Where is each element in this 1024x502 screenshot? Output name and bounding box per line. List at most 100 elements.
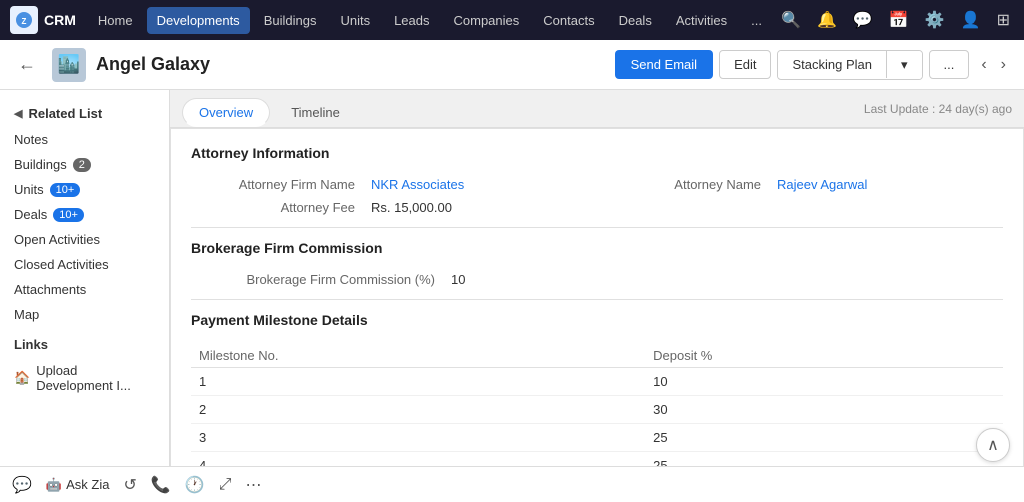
milestone-no-cell: 2 <box>191 396 645 424</box>
attorney-fee-row: Attorney Fee Rs. 15,000.00 <box>191 200 1003 215</box>
nav-more[interactable]: ... <box>741 7 772 34</box>
edit-button[interactable]: Edit <box>719 50 771 79</box>
search-icon[interactable]: 🔍 <box>777 6 805 34</box>
nav-home[interactable]: Home <box>88 7 143 34</box>
nav-companies[interactable]: Companies <box>444 7 530 34</box>
nav-leads[interactable]: Leads <box>384 7 439 34</box>
brokerage-commission-row: Brokerage Firm Commission (%) 10 <box>191 272 1003 287</box>
navigation-arrows: ‹ › <box>975 52 1012 78</box>
top-navigation: Z CRM Home Developments Buildings Units … <box>0 0 1024 40</box>
logo[interactable]: Z CRM <box>10 6 76 34</box>
nav-right-icons: 🔍 🔔 💬 📅 ⚙️ 👤 ⊞ <box>777 6 1014 34</box>
next-record-button[interactable]: › <box>995 52 1012 78</box>
svg-text:Z: Z <box>22 17 27 26</box>
bell-icon[interactable]: 🔔 <box>813 6 841 34</box>
attorney-name-value[interactable]: Rajeev Agarwal <box>777 177 867 192</box>
notes-label: Notes <box>14 132 48 147</box>
nav-deals[interactable]: Deals <box>609 7 662 34</box>
related-list-label: Related List <box>28 106 102 121</box>
payment-section-title: Payment Milestone Details <box>191 312 1003 332</box>
table-row: 3 25 <box>191 424 1003 452</box>
back-button[interactable]: ← <box>12 50 42 79</box>
page-header-bar: ← 🏙️ Angel Galaxy Send Email Edit Stacki… <box>0 40 1024 90</box>
settings-icon[interactable]: ⚙️ <box>921 6 949 34</box>
action-buttons: Send Email Edit Stacking Plan ▾ ... ‹ › <box>615 50 1012 80</box>
related-list-section[interactable]: ◀ Related List <box>0 100 169 127</box>
tab-overview[interactable]: Overview <box>182 98 270 127</box>
deals-badge: 10+ <box>53 208 84 222</box>
tabs-list: Overview Timeline <box>182 98 357 127</box>
deals-label: Deals <box>14 207 47 222</box>
nav-developments[interactable]: Developments <box>147 7 250 34</box>
tabs-bar: Overview Timeline Last Update : 24 day(s… <box>170 90 1024 128</box>
logo-icon: Z <box>10 6 38 34</box>
zia-label: Ask Zia <box>66 477 109 492</box>
grid-icon[interactable]: ⊞ <box>993 6 1014 34</box>
expand-icon[interactable]: ⤢ <box>219 476 232 494</box>
sidebar-link-upload[interactable]: 🏠 Upload Development I... <box>0 358 169 398</box>
sidebar-item-notes[interactable]: Notes <box>0 127 169 152</box>
prev-record-button[interactable]: ‹ <box>975 52 992 78</box>
attorney-firm-field: Attorney Firm Name NKR Associates <box>191 177 597 192</box>
nav-units[interactable]: Units <box>330 7 380 34</box>
chat-bottom-icon[interactable]: 💬 <box>12 475 32 495</box>
development-icon: 🏙️ <box>52 48 86 82</box>
nav-activities[interactable]: Activities <box>666 7 737 34</box>
clock-icon[interactable]: 🕐 <box>185 475 205 495</box>
phone-icon[interactable]: 📞 <box>151 475 171 495</box>
user-avatar[interactable]: 👤 <box>957 6 985 34</box>
chat-icon[interactable]: 💬 <box>849 6 877 34</box>
table-row: 2 30 <box>191 396 1003 424</box>
content-area: Overview Timeline Last Update : 24 day(s… <box>170 90 1024 502</box>
refresh-icon[interactable]: ↺ <box>123 475 136 495</box>
attorney-firm-label: Attorney Firm Name <box>191 177 371 192</box>
more-options-button[interactable]: ... <box>929 50 970 79</box>
nav-buildings[interactable]: Buildings <box>254 7 327 34</box>
units-label: Units <box>14 182 44 197</box>
stacking-plan-group: Stacking Plan ▾ <box>777 50 922 80</box>
buildings-label: Buildings <box>14 157 67 172</box>
calendar-icon[interactable]: 📅 <box>885 6 913 34</box>
send-email-button[interactable]: Send Email <box>615 50 713 79</box>
main-layout: ◀ Related List Notes Buildings 2 Units 1… <box>0 90 1024 502</box>
closed-activities-label: Closed Activities <box>14 257 109 272</box>
table-row: 1 10 <box>191 368 1003 396</box>
col-deposit: Deposit % <box>645 344 1003 368</box>
attachments-label: Attachments <box>14 282 86 297</box>
attorney-section-title: Attorney Information <box>191 145 1003 165</box>
sidebar-item-map[interactable]: Map <box>0 302 169 327</box>
tab-timeline[interactable]: Timeline <box>274 98 357 127</box>
sidebar-item-deals[interactable]: Deals 10+ <box>0 202 169 227</box>
stacking-plan-button[interactable]: Stacking Plan <box>778 51 887 78</box>
sidebar-item-buildings[interactable]: Buildings 2 <box>0 152 169 177</box>
nav-contacts[interactable]: Contacts <box>533 7 604 34</box>
deposit-cell: 10 <box>645 368 1003 396</box>
sidebar-item-attachments[interactable]: Attachments <box>0 277 169 302</box>
sidebar-item-units[interactable]: Units 10+ <box>0 177 169 202</box>
page-title: Angel Galaxy <box>96 54 210 75</box>
buildings-badge: 2 <box>73 158 91 172</box>
collapse-icon: ◀ <box>14 107 22 120</box>
upload-icon: 🏠 <box>14 370 30 386</box>
logo-text: CRM <box>44 12 76 28</box>
attorney-name-label: Attorney Name <box>597 177 777 192</box>
deposit-cell: 30 <box>645 396 1003 424</box>
attorney-firm-value[interactable]: NKR Associates <box>371 177 464 192</box>
divider-1 <box>191 227 1003 228</box>
map-label: Map <box>14 307 39 322</box>
sidebar: ◀ Related List Notes Buildings 2 Units 1… <box>0 90 170 502</box>
attorney-name-field: Attorney Name Rajeev Agarwal <box>597 177 1003 192</box>
more-bottom-icon[interactable]: ⋯ <box>246 475 262 495</box>
attorney-fee-label: Attorney Fee <box>191 200 371 215</box>
sidebar-item-open-activities[interactable]: Open Activities <box>0 227 169 252</box>
stacking-plan-dropdown[interactable]: ▾ <box>887 51 922 79</box>
ask-zia-button[interactable]: 🤖 Ask Zia <box>46 477 110 493</box>
brokerage-commission-label: Brokerage Firm Commission (%) <box>191 272 451 287</box>
zia-icon: 🤖 <box>46 477 62 493</box>
last-update-text: Last Update : 24 day(s) ago <box>864 102 1012 124</box>
sidebar-item-closed-activities[interactable]: Closed Activities <box>0 252 169 277</box>
content-card: Attorney Information Attorney Firm Name … <box>170 128 1024 502</box>
brokerage-section-title: Brokerage Firm Commission <box>191 240 1003 260</box>
scroll-to-top-button[interactable]: ∧ <box>976 428 1010 462</box>
col-milestone-no: Milestone No. <box>191 344 645 368</box>
